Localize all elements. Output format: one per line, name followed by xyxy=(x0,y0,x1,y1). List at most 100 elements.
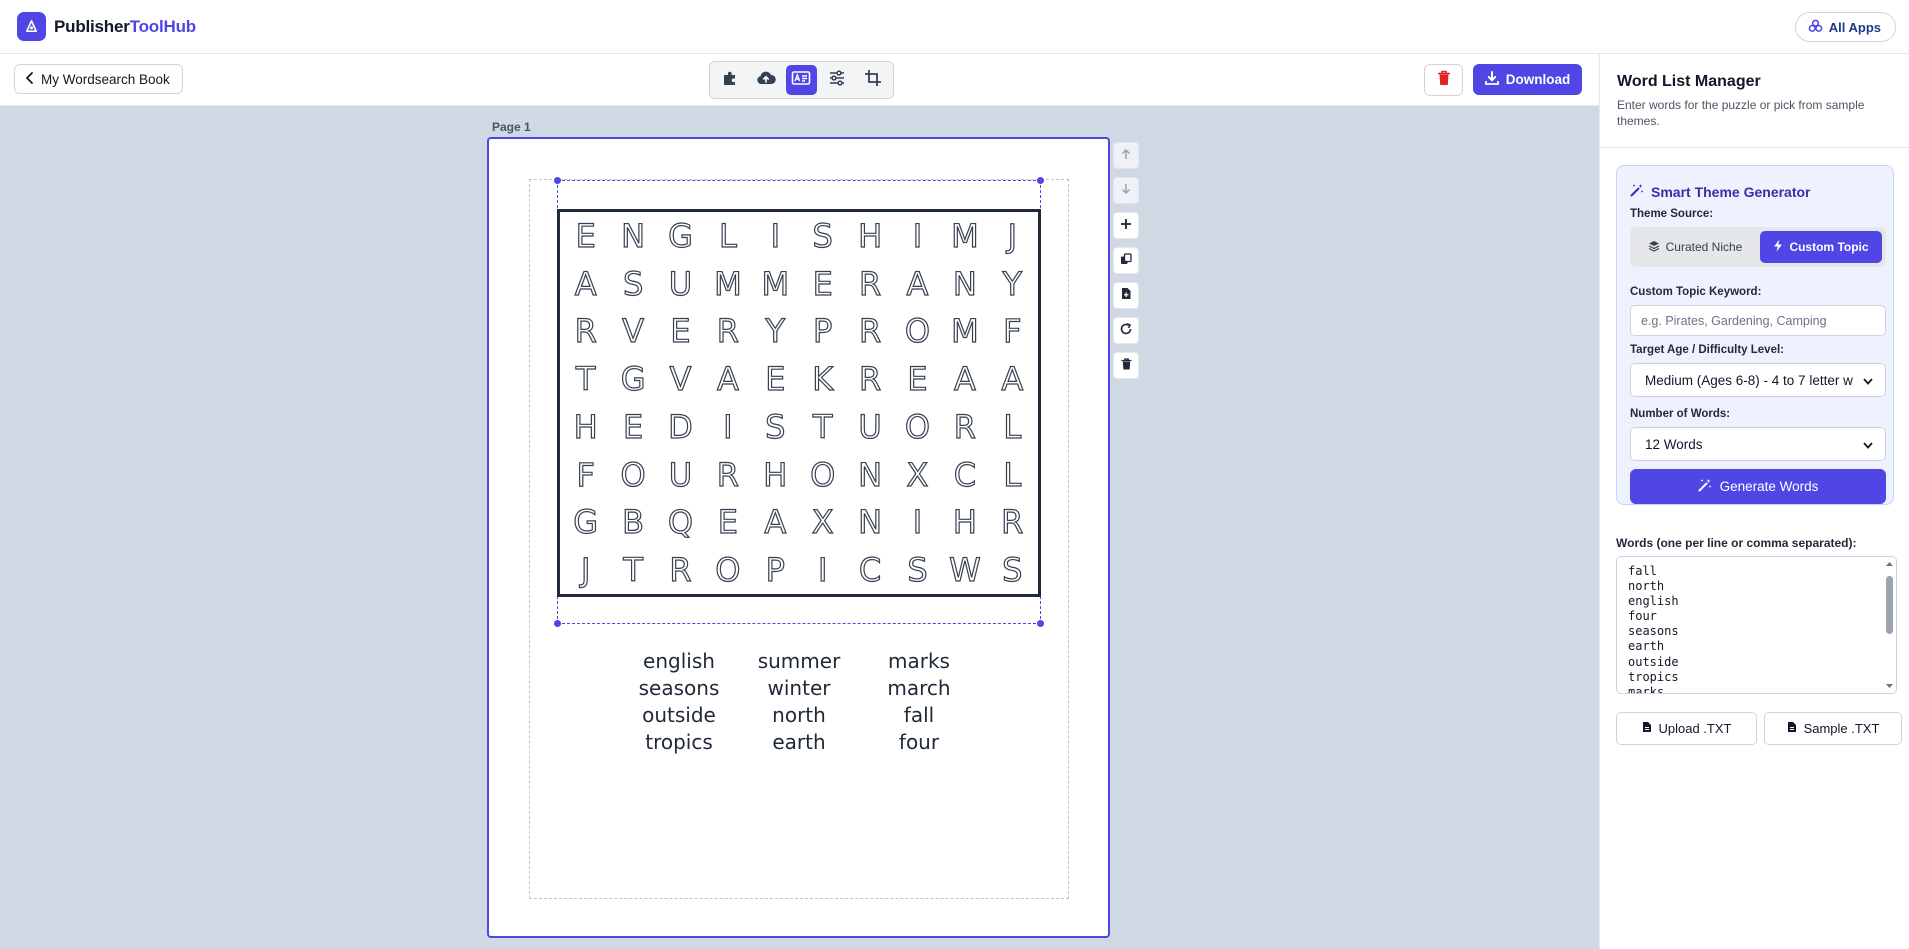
grid-cell[interactable]: I xyxy=(799,546,846,594)
grid-cell[interactable]: P xyxy=(752,546,799,594)
grid-cell[interactable]: M xyxy=(941,212,988,260)
generate-words-button[interactable]: Generate Words xyxy=(1630,469,1886,504)
grid-cell[interactable]: M xyxy=(752,260,799,308)
scroll-thumb[interactable] xyxy=(1886,576,1893,634)
remove-page-button[interactable] xyxy=(1113,352,1139,379)
textarea-scrollbar[interactable] xyxy=(1885,560,1894,690)
custom-topic-option[interactable]: Custom Topic xyxy=(1760,231,1882,263)
regenerate-page-button[interactable] xyxy=(1113,317,1139,344)
duplicate-page-button[interactable] xyxy=(1113,247,1139,274)
grid-cell[interactable]: H xyxy=(562,403,609,451)
grid-cell[interactable]: R xyxy=(657,546,704,594)
grid-cell[interactable]: O xyxy=(894,308,941,356)
grid-cell[interactable]: L xyxy=(989,451,1036,499)
grid-cell[interactable]: L xyxy=(704,212,751,260)
grid-cell[interactable]: S xyxy=(894,546,941,594)
grid-cell[interactable]: D xyxy=(657,403,704,451)
all-apps-button[interactable]: All Apps xyxy=(1794,12,1896,42)
grid-cell[interactable]: A xyxy=(989,355,1036,403)
grid-cell[interactable]: U xyxy=(657,260,704,308)
resize-handle-bottom-right[interactable] xyxy=(1037,620,1044,627)
grid-cell[interactable]: O xyxy=(609,451,656,499)
grid-cell[interactable]: E xyxy=(657,308,704,356)
grid-cell[interactable]: I xyxy=(894,499,941,547)
grid-cell[interactable]: N xyxy=(846,499,893,547)
move-page-up-button[interactable] xyxy=(1113,142,1139,169)
grid-cell[interactable]: R xyxy=(704,308,751,356)
grid-cell[interactable]: K xyxy=(799,355,846,403)
grid-cell[interactable]: R xyxy=(846,308,893,356)
grid-cell[interactable]: T xyxy=(609,546,656,594)
brand[interactable]: PublisherToolHub xyxy=(17,12,196,41)
grid-cell[interactable]: U xyxy=(657,451,704,499)
grid-cell[interactable]: J xyxy=(562,546,609,594)
grid-cell[interactable]: F xyxy=(562,451,609,499)
grid-cell[interactable]: Y xyxy=(989,260,1036,308)
grid-cell[interactable]: M xyxy=(941,308,988,356)
grid-cell[interactable]: V xyxy=(609,308,656,356)
grid-cell[interactable]: N xyxy=(941,260,988,308)
download-button[interactable]: Download xyxy=(1473,64,1582,95)
grid-cell[interactable]: N xyxy=(846,451,893,499)
grid-cell[interactable]: L xyxy=(989,403,1036,451)
grid-cell[interactable]: S xyxy=(799,212,846,260)
grid-cell[interactable]: J xyxy=(989,212,1036,260)
grid-cell[interactable]: G xyxy=(562,499,609,547)
grid-cell[interactable]: H xyxy=(846,212,893,260)
back-to-book-button[interactable]: My Wordsearch Book xyxy=(14,64,183,94)
wordsearch-grid[interactable]: ENGLISHIMJASUMMERANYRVERYPROMFTGVAEKREAA… xyxy=(557,209,1041,597)
grid-cell[interactable]: T xyxy=(562,355,609,403)
grid-cell[interactable]: R xyxy=(562,308,609,356)
curated-niche-option[interactable]: Curated Niche xyxy=(1634,231,1756,263)
grid-cell[interactable]: H xyxy=(941,499,988,547)
grid-cell[interactable]: V xyxy=(657,355,704,403)
resize-handle-top-right[interactable] xyxy=(1037,177,1044,184)
custom-topic-keyword-input[interactable]: e.g. Pirates, Gardening, Camping xyxy=(1630,305,1886,336)
grid-cell[interactable]: S xyxy=(989,546,1036,594)
grid-cell[interactable]: E xyxy=(562,212,609,260)
upload-txt-button[interactable]: Upload .TXT xyxy=(1616,712,1757,745)
grid-cell[interactable]: C xyxy=(846,546,893,594)
grid-cell[interactable]: U xyxy=(846,403,893,451)
grid-cell[interactable]: A xyxy=(894,260,941,308)
grid-cell[interactable]: O xyxy=(704,546,751,594)
grid-cell[interactable]: A xyxy=(752,499,799,547)
grid-cell[interactable]: F xyxy=(989,308,1036,356)
grid-cell[interactable]: I xyxy=(704,403,751,451)
grid-cell[interactable]: C xyxy=(941,451,988,499)
grid-cell[interactable]: X xyxy=(894,451,941,499)
grid-cell[interactable]: R xyxy=(989,499,1036,547)
grid-cell[interactable]: S xyxy=(752,403,799,451)
difficulty-select[interactable]: Medium (Ages 6-8) - 4 to 7 letter w xyxy=(1630,363,1886,397)
grid-cell[interactable]: A xyxy=(562,260,609,308)
resize-handle-bottom-left[interactable] xyxy=(554,620,561,627)
word-count-select[interactable]: 12 Words xyxy=(1630,427,1886,461)
grid-cell[interactable]: R xyxy=(704,451,751,499)
grid-cell[interactable]: R xyxy=(846,260,893,308)
grid-cell[interactable]: A xyxy=(704,355,751,403)
words-textarea[interactable]: fall north english four seasons earth outside t… xyxy=(1616,556,1897,694)
move-page-down-button[interactable] xyxy=(1113,177,1139,204)
grid-cell[interactable]: E xyxy=(609,403,656,451)
layout-tool-button[interactable] xyxy=(785,65,818,95)
page-1[interactable]: ENGLISHIMJASUMMERANYRVERYPROMFTGVAEKREAA… xyxy=(487,137,1110,938)
grid-cell[interactable]: S xyxy=(609,260,656,308)
grid-cell[interactable]: E xyxy=(752,355,799,403)
grid-cell[interactable]: H xyxy=(752,451,799,499)
grid-cell[interactable]: X xyxy=(799,499,846,547)
grid-cell[interactable]: A xyxy=(941,355,988,403)
grid-cell[interactable]: O xyxy=(894,403,941,451)
crop-tool-button[interactable] xyxy=(857,65,889,95)
grid-cell[interactable]: E xyxy=(799,260,846,308)
grid-cell[interactable]: E xyxy=(894,355,941,403)
grid-cell[interactable]: B xyxy=(609,499,656,547)
add-page-button[interactable] xyxy=(1113,212,1139,239)
grid-cell[interactable]: P xyxy=(799,308,846,356)
grid-cell[interactable]: N xyxy=(609,212,656,260)
resize-handle-top-left[interactable] xyxy=(554,177,561,184)
grid-cell[interactable]: T xyxy=(799,403,846,451)
grid-cell[interactable]: I xyxy=(752,212,799,260)
grid-cell[interactable]: I xyxy=(894,212,941,260)
grid-cell[interactable]: Y xyxy=(752,308,799,356)
settings-tool-button[interactable] xyxy=(821,65,853,95)
